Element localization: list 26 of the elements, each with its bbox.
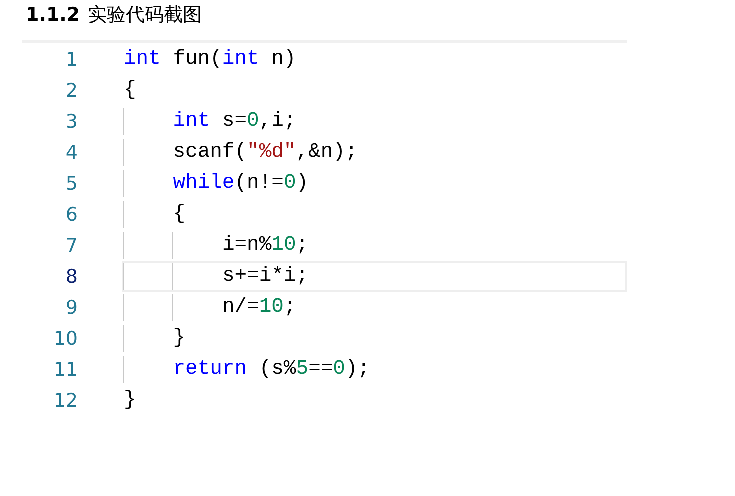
code-line: { xyxy=(124,78,136,104)
line-number: 12 xyxy=(52,390,78,412)
code-line: scanf("%d",&n); xyxy=(124,139,358,166)
code-line: i=n%10; xyxy=(124,232,309,259)
code-line: n/=10; xyxy=(124,294,296,321)
code-line: } xyxy=(124,388,136,414)
line-number: 10 xyxy=(52,328,78,350)
line-number: 5 xyxy=(64,172,78,194)
section-title: 实验代码截图 xyxy=(88,3,202,28)
section-number: 1.1.2 xyxy=(26,4,80,26)
code-line: { xyxy=(124,201,186,228)
line-number: 2 xyxy=(64,80,78,102)
code-line: int fun(int n) xyxy=(124,47,296,73)
line-number: 8 xyxy=(64,266,78,288)
line-number: 1 xyxy=(64,48,78,70)
line-number: 9 xyxy=(64,296,78,318)
code-line: } xyxy=(124,325,186,352)
code-line: int s=0,i; xyxy=(124,108,296,135)
code-line: while(n!=0) xyxy=(124,170,309,197)
line-number: 11 xyxy=(52,358,78,380)
line-number: 4 xyxy=(64,142,78,164)
line-number: 3 xyxy=(64,110,78,132)
line-number: 6 xyxy=(64,204,78,226)
code-line: s+=i*i; xyxy=(124,263,309,290)
code-line: return (s%5==0); xyxy=(124,356,370,383)
line-number: 7 xyxy=(64,234,78,256)
